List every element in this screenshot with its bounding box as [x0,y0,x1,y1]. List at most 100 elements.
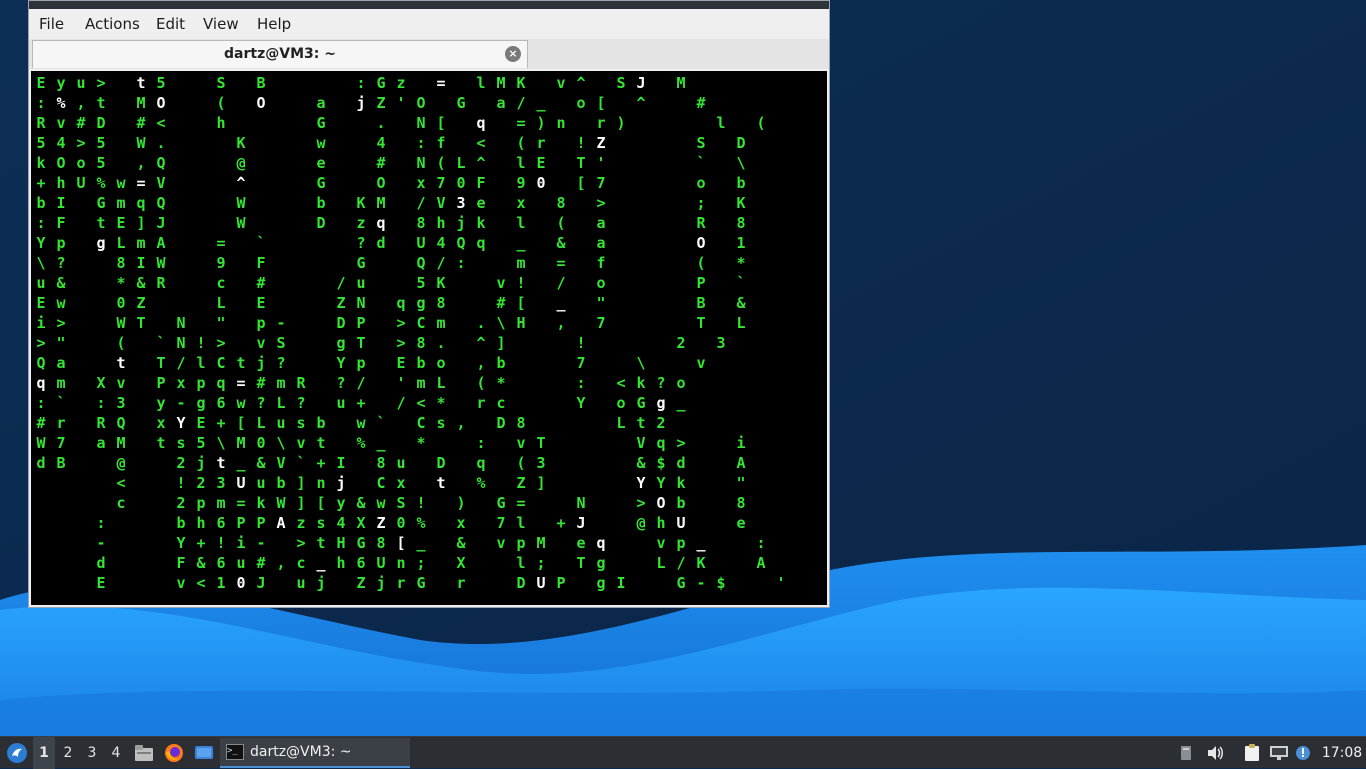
workspace-1[interactable]: 1 [33,737,55,769]
clock[interactable]: 17:08 [1320,737,1364,769]
terminal-glyph: g [596,554,606,572]
terminal-glyph: C [216,354,226,372]
terminal-glyph: ) [456,494,466,512]
terminal-glyph: 2 [196,474,206,492]
terminal-glyph: ` [56,394,66,412]
terminal-glyph: p [56,234,66,252]
terminal-glyph: 3 [216,474,226,492]
terminal-glyph: Q [156,194,166,212]
menu-edit[interactable]: Edit [156,15,185,33]
terminal-glyph: & [256,454,266,472]
terminal-glyph: M [676,74,686,92]
terminal-glyph: ; [696,194,706,212]
terminal-glyph: 5 [36,134,46,152]
terminal-glyph: ` [296,454,306,472]
terminal-glyph: = [516,494,526,512]
terminal-glyph: l [516,514,526,532]
terminal-glyph: ! [216,534,226,552]
terminal-glyph: 5 [156,74,166,92]
terminal-glyph: 8 [416,334,426,352]
taskbar-task-terminal[interactable]: >_ dartz@VM3: ~ [220,738,410,768]
menu-actions[interactable]: Actions [85,15,140,33]
terminal-glyph: ? [276,354,286,372]
terminal-glyph: > [396,334,406,352]
terminal-glyph: _ [556,294,566,312]
terminal-glyph: j [196,454,206,472]
terminal-glyph: " [56,334,66,352]
clipboard-icon[interactable] [1240,737,1264,769]
workspace-2[interactable]: 2 [57,737,79,769]
terminal-glyph: D [436,454,446,472]
window-titlebar[interactable] [29,1,829,9]
menu-help[interactable]: Help [257,15,291,33]
terminal-glyph: j [336,474,346,492]
tab-terminal[interactable]: dartz@VM3: ~ × [32,40,528,68]
file-manager-icon[interactable] [132,737,156,769]
terminal-glyph: q [656,434,666,452]
terminal-glyph: 2 [676,334,686,352]
terminal-glyph: \ [276,434,286,452]
terminal-glyph: e [576,534,586,552]
terminal-glyph: P [256,514,266,532]
terminal-glyph: M [116,434,126,452]
terminal-glyph: c [216,274,226,292]
terminal-glyph: k [636,374,646,392]
terminal-glyph: m [56,374,66,392]
taskbar: 1 2 3 4 >_ dartz@VM3: ~ 17:08 [0,736,1366,769]
terminal-glyph: S [396,494,406,512]
terminal-glyph: A [756,554,766,572]
terminal-glyph: E [36,294,46,312]
start-menu-icon[interactable] [4,737,30,769]
workspace-3[interactable]: 3 [81,737,103,769]
terminal-glyph: V [636,434,646,452]
terminal-glyph: W [136,134,146,152]
terminal-window[interactable]: File Actions Edit View Help dartz@VM3: ~… [28,0,830,608]
terminal-glyph: / [556,274,566,292]
notification-icon[interactable] [1293,737,1313,769]
menu-file[interactable]: File [39,15,64,33]
terminal-glyph: b [36,194,46,212]
terminal-glyph: ( [556,214,566,232]
terminal-glyph: # [256,274,266,292]
terminal-glyph: P [696,274,706,292]
terminal-glyph: > [596,194,606,212]
terminal-glyph: p [516,534,526,552]
terminal-glyph: O [416,94,426,112]
workspace-4[interactable]: 4 [105,737,127,769]
terminal-glyph: S [616,74,626,92]
menu-view[interactable]: View [203,15,239,33]
terminal-glyph: u [296,574,306,592]
terminal-glyph: Y [576,394,586,412]
terminal-glyph: r [56,414,66,432]
terminal-glyph: G [356,534,366,552]
terminal-glyph: > [296,534,306,552]
terminal-glyph: _ [536,94,546,112]
terminal-output[interactable]: Ey u > t 5 S B: Gz = l M Kv ^ S J M:%, t M O(Oa j Z ' O Ga / _ o[^… [31,71,827,605]
terminal-glyph: - [256,534,266,552]
terminal-glyph: & [356,494,366,512]
terminal-glyph: v [496,274,506,292]
terminal-glyph: D [736,134,746,152]
network-icon[interactable] [1267,737,1291,769]
terminal-glyph: D [336,314,346,332]
terminal-glyph: * [436,394,446,412]
terminal-glyph: # [256,554,266,572]
terminal-glyph: q [476,454,486,472]
terminal-glyph: E [116,214,126,232]
terminal-glyph: a [596,234,606,252]
volume-icon[interactable] [1203,737,1227,769]
close-icon[interactable]: × [505,46,521,62]
terminal-glyph: Z [356,574,366,592]
terminal-glyph: # [256,374,266,392]
terminal-glyph: U [676,514,686,532]
disk-icon[interactable] [1176,737,1196,769]
terminal-glyph: [ [236,414,246,432]
terminal-glyph: 5 [96,154,106,172]
menu-bar: File Actions Edit View Help [29,9,829,39]
terminal-glyph: # [76,114,86,132]
firefox-icon[interactable] [162,737,186,769]
terminal-glyph: N [576,494,586,512]
desktop-icon[interactable] [192,737,216,769]
terminal-glyph: v [516,434,526,452]
terminal-glyph: y [156,394,166,412]
